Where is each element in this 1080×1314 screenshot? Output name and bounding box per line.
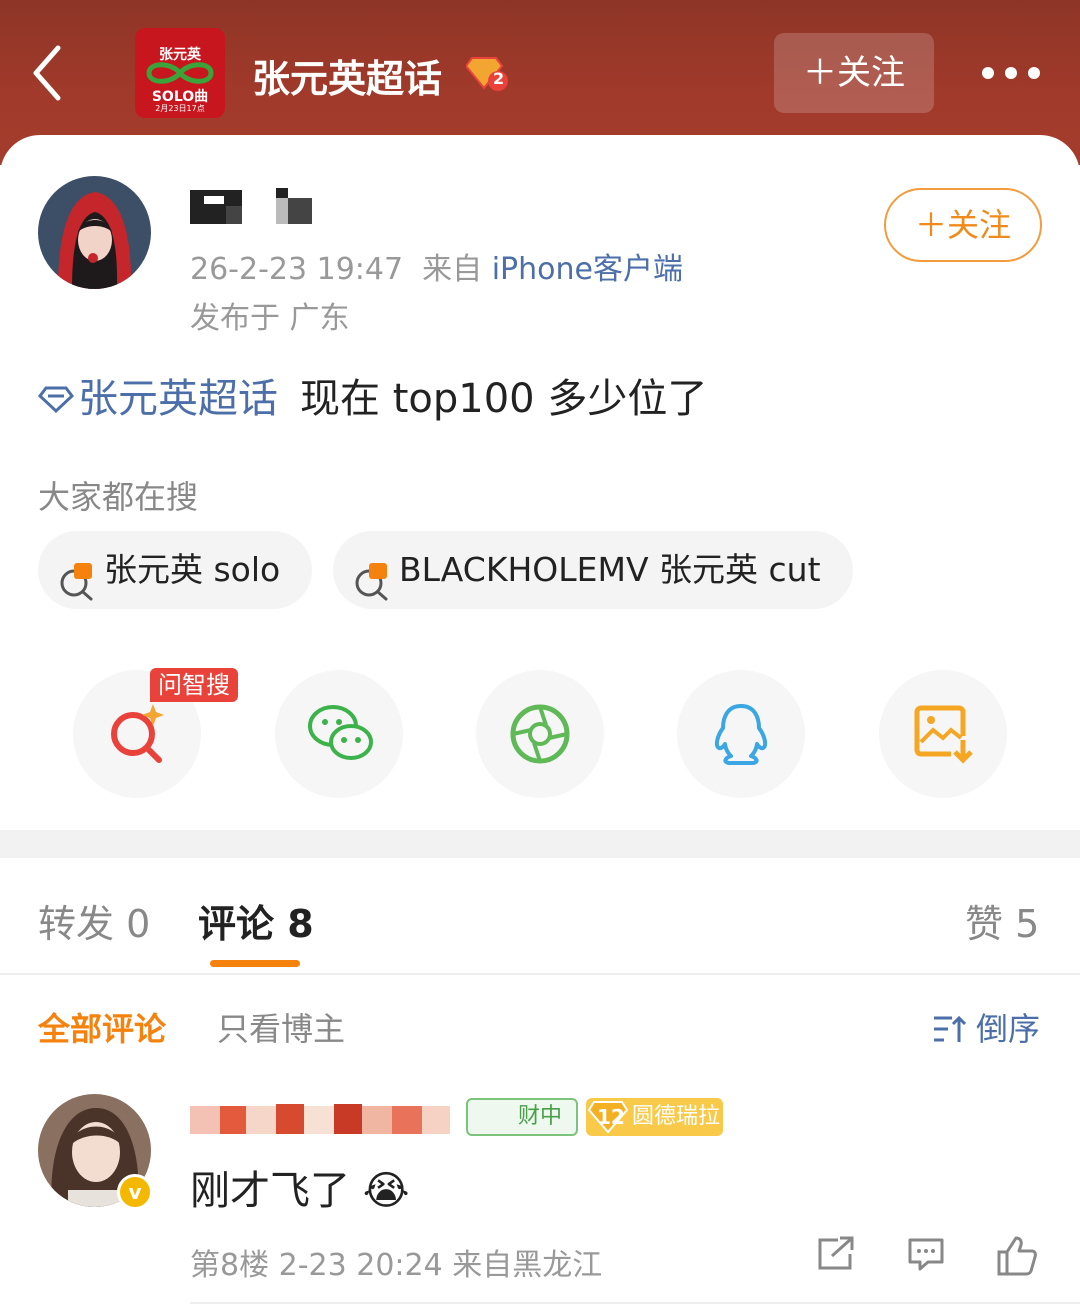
post-timestamp: 26-2-23 19:47 — [190, 252, 404, 287]
follow-author-button[interactable]: ＋关注 — [884, 188, 1042, 262]
author-avatar[interactable] — [38, 176, 151, 289]
section-gap — [0, 830, 1080, 858]
trending-search-chip[interactable]: BLACKHOLEMV 张元英 cut — [333, 531, 853, 609]
follow-topic-button[interactable]: ＋关注 — [774, 33, 934, 113]
supertopic-diamond-icon — [37, 378, 75, 424]
thumbs-up-icon — [997, 1236, 1037, 1276]
sort-button[interactable]: 倒序 — [932, 1004, 1040, 1050]
supertopic-logo[interactable]: 张元英 SOLO曲 2月23日17点 — [135, 28, 225, 118]
post-meta: 26-2-23 19:47 来自 iPhone客户端 — [190, 244, 683, 288]
comment-text: 刚才飞了 😭 — [190, 1168, 410, 1214]
fan-level-number: 12 — [597, 1105, 625, 1129]
filter-all-comments[interactable]: 全部评论 — [38, 1004, 166, 1050]
more-dots-icon — [982, 67, 1040, 79]
commenter-name[interactable] — [190, 1100, 452, 1140]
post-device[interactable]: iPhone客户端 — [492, 252, 683, 287]
chip-label: 张元英 solo — [104, 550, 281, 589]
share-moments-button[interactable] — [476, 670, 604, 798]
post-body: 现在 top100 多少位了 — [300, 376, 708, 422]
repost-comment-button[interactable] — [816, 1236, 856, 1276]
level-number: 2 — [493, 69, 505, 88]
level-badge: 2 — [464, 54, 508, 96]
filter-author-only[interactable]: 只看博主 — [217, 1004, 345, 1050]
share-wechat-button[interactable] — [275, 670, 403, 798]
tab-comments[interactable]: 评论 8 — [198, 893, 314, 948]
fan-level-tag[interactable]: 12 圆德瑞拉 — [586, 1098, 723, 1136]
author-avatar-image — [38, 176, 151, 289]
active-tab-indicator — [210, 960, 300, 967]
save-image-button[interactable] — [879, 670, 1007, 798]
comment-meta: 第8楼 2-23 20:24 来自黑龙江 — [190, 1248, 603, 1283]
ask-badge: 问智搜 — [150, 668, 238, 702]
trending-search-chip[interactable]: 张元英 solo — [38, 531, 312, 609]
chevron-left-icon — [33, 45, 61, 101]
hot-search-icon — [58, 551, 96, 629]
share-icon — [818, 1236, 854, 1270]
verified-badge: v — [117, 1174, 153, 1210]
sort-label: 倒序 — [976, 1010, 1041, 1048]
qq-icon — [714, 704, 768, 765]
hot-search-icon — [353, 551, 391, 629]
comment-icon — [908, 1238, 944, 1271]
source-prefix: 来自 — [422, 252, 483, 287]
wechat-icon — [308, 705, 373, 760]
author-name[interactable] — [190, 188, 320, 232]
divider — [0, 973, 1080, 975]
like-comment-button[interactable] — [996, 1236, 1038, 1280]
post-text: 张元英超话 现在 top100 多少位了 — [37, 366, 708, 424]
chip-label: BLACKHOLEMV 张元英 cut — [399, 550, 821, 589]
reply-comment-button[interactable] — [906, 1236, 946, 1276]
trending-search-title: 大家都在搜 — [38, 478, 199, 516]
author-name-redacted — [190, 188, 312, 224]
more-button[interactable] — [980, 64, 1042, 86]
page-title: 张元英超话 — [252, 57, 443, 101]
fan-level-name: 圆德瑞拉 — [632, 1104, 721, 1129]
fan-level-icon: 12 — [587, 1100, 629, 1147]
sort-icon — [934, 1015, 967, 1042]
moments-icon — [510, 704, 570, 764]
save-image-icon — [914, 705, 973, 764]
infinity-icon — [146, 62, 214, 84]
ai-search-icon — [111, 704, 164, 763]
tab-reposts[interactable]: 转发 0 — [38, 893, 150, 948]
commenter-name-redacted — [190, 1104, 450, 1134]
post-location: 发布于 广东 — [190, 301, 350, 336]
divider — [190, 1302, 1080, 1304]
wealth-tag-label: 财中 — [518, 1104, 563, 1129]
topic-link[interactable]: 张元英超话 — [78, 376, 278, 422]
tab-likes[interactable]: 赞 5 — [965, 893, 1039, 948]
logo-text: 2月23日17点 — [155, 104, 205, 113]
share-qq-button[interactable] — [677, 670, 805, 798]
back-button[interactable] — [28, 42, 78, 104]
wealth-tag[interactable]: 财中 — [466, 1098, 578, 1136]
